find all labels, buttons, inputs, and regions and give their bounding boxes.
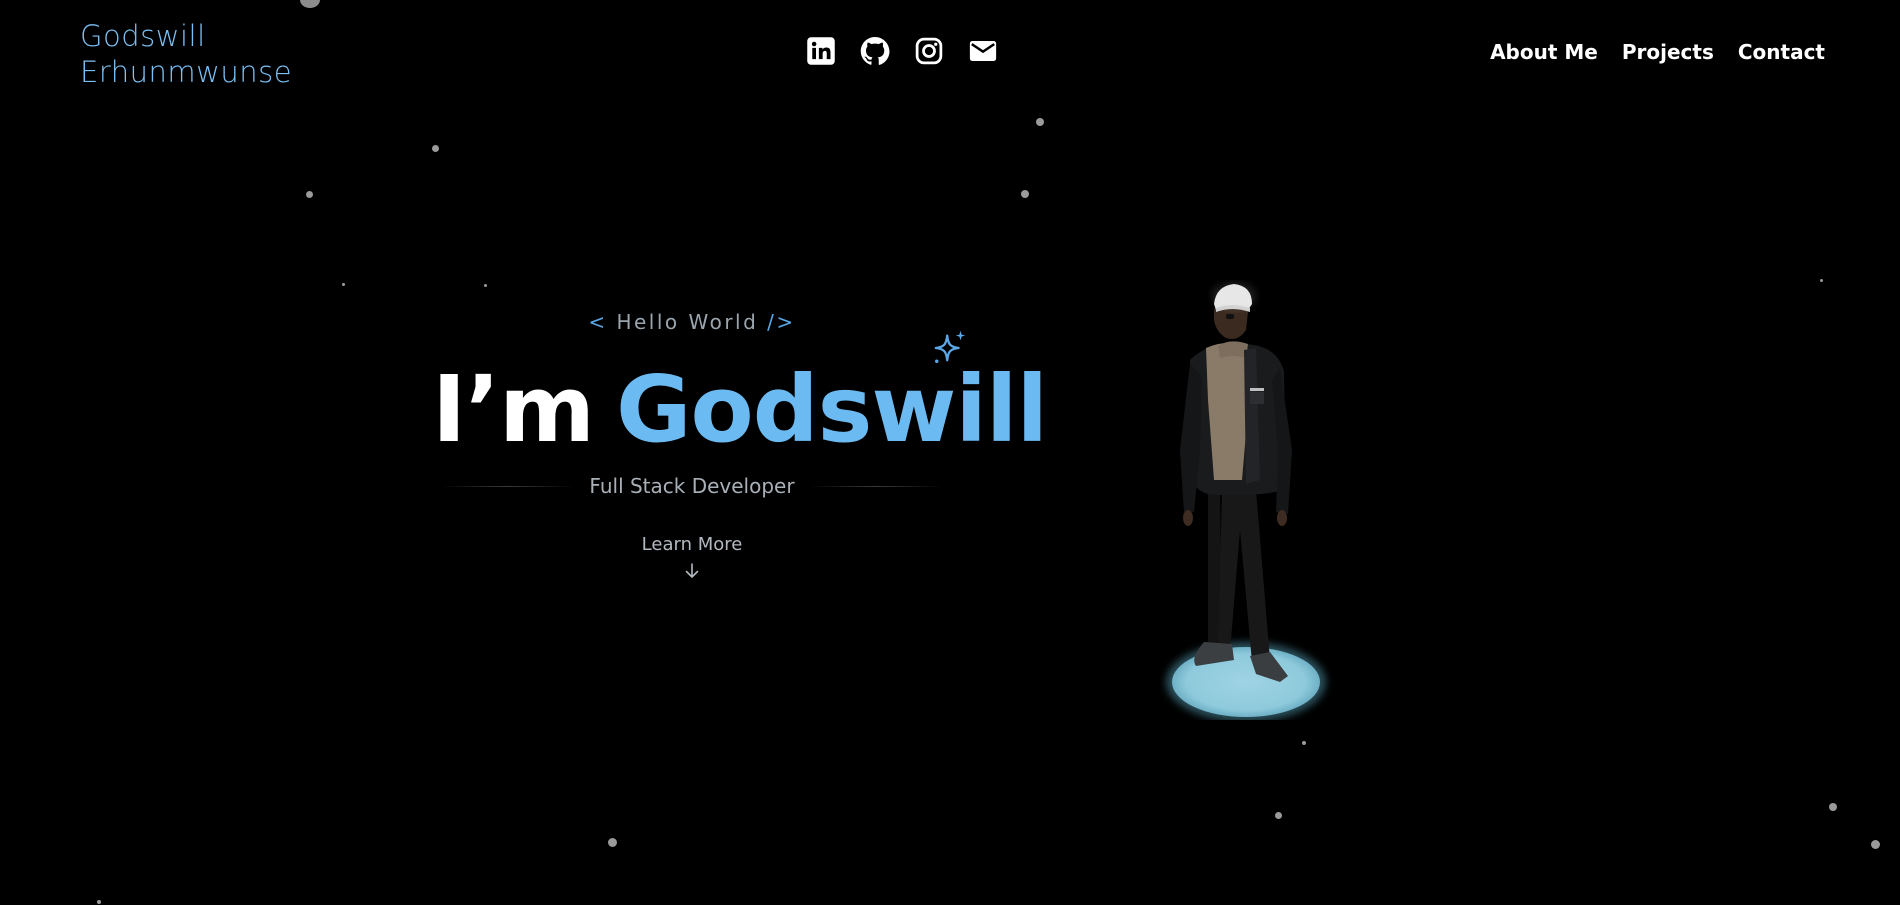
- instagram-icon: [915, 37, 943, 65]
- hello-world-tag: < Hello World />: [580, 310, 804, 334]
- star-dot: [1829, 803, 1837, 811]
- star-dot: [1820, 279, 1823, 282]
- star-dot: [97, 900, 101, 904]
- hero-heading: I’m Godswill: [432, 355, 1048, 465]
- star-dot: [1871, 840, 1880, 849]
- star-dot: [432, 145, 439, 152]
- star-dot: [1036, 118, 1044, 126]
- brand-logo[interactable]: Godswill Erhunmwunse: [80, 18, 292, 90]
- tag-open-bracket: <: [588, 310, 617, 334]
- job-title: Full Stack Developer: [589, 474, 795, 498]
- page: Godswill Erhunmwunse About Me Projects C…: [0, 0, 1900, 905]
- tag-close-bracket: />: [758, 310, 796, 334]
- star-dot: [300, 0, 320, 8]
- star-dot: [608, 838, 617, 847]
- subtitle-divider-right: [808, 485, 944, 487]
- nav-contact[interactable]: Contact: [1738, 40, 1825, 64]
- star-dot: [1275, 812, 1282, 819]
- star-dot: [342, 283, 345, 286]
- nav-projects[interactable]: Projects: [1622, 40, 1714, 64]
- star-dot: [1021, 190, 1029, 198]
- mail-icon: [969, 41, 997, 61]
- avatar-3d-model[interactable]: [1160, 280, 1340, 720]
- linkedin-icon: [807, 37, 835, 65]
- star-dot: [306, 191, 313, 198]
- arrow-down-icon: [685, 563, 699, 578]
- main-nav: About Me Projects Contact: [1490, 40, 1825, 64]
- social-links: [806, 36, 998, 66]
- greeting-text: I’m: [432, 356, 595, 463]
- learn-more-button[interactable]: Learn More: [600, 534, 784, 581]
- instagram-link[interactable]: [914, 36, 944, 66]
- star-dot: [484, 284, 487, 287]
- learn-more-label: Learn More: [641, 534, 743, 555]
- brand-last-name: Erhunmwunse: [80, 55, 293, 89]
- tag-text: Hello World: [616, 310, 759, 334]
- linkedin-link[interactable]: [806, 36, 836, 66]
- github-icon: [860, 37, 890, 65]
- subtitle-divider-left: [440, 485, 576, 487]
- greeting-word: I’m: [432, 355, 595, 465]
- nav-about-me[interactable]: About Me: [1490, 40, 1598, 64]
- star-dot: [1302, 741, 1306, 745]
- subtitle-row: Full Stack Developer: [440, 474, 944, 498]
- hero-name: Godswill: [616, 356, 1048, 463]
- github-link[interactable]: [860, 36, 890, 66]
- email-link[interactable]: [968, 36, 998, 66]
- brand-first-name: Godswill: [80, 19, 206, 53]
